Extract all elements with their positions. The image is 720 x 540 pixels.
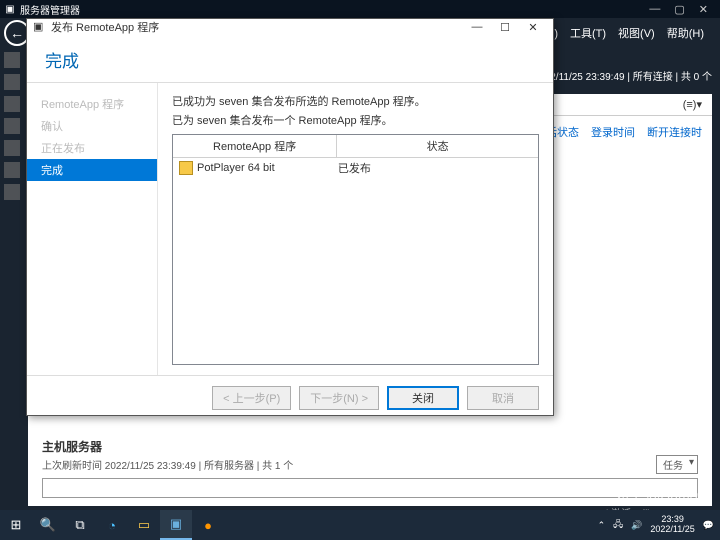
sidebar-icon[interactable]: [4, 140, 20, 156]
dialog-title: 发布 RemoteApp 程序: [51, 19, 159, 35]
prev-button: < 上一步(P): [212, 386, 291, 410]
tray-notification-icon[interactable]: 💬: [703, 520, 714, 531]
taskbar: ⊞ 🔍 ⧉ ◔ ▭ ▣ ● ⌃ 🖧 🔊 23:39 2022/11/25 💬: [0, 510, 720, 540]
close-button[interactable]: 关闭: [387, 386, 459, 410]
start-button[interactable]: ⊞: [0, 510, 32, 540]
refresh-line: 上次刷新时间 2022/11/25 23:39:49 | 所有服务器 | 共 1…: [42, 457, 293, 472]
task-view-icon[interactable]: ⧉: [64, 510, 96, 540]
menu-help[interactable]: 帮助(H): [663, 23, 708, 43]
wizard-nav: RemoteApp 程序 确认 正在发布 完成: [27, 83, 157, 375]
tray-network-icon[interactable]: 🖧: [613, 517, 623, 533]
menu-view[interactable]: 视图(V): [614, 23, 659, 43]
close-icon[interactable]: ✕: [699, 3, 708, 16]
status-conn: 所有连接: [633, 72, 673, 83]
sidebar-icon[interactable]: [4, 162, 20, 178]
bg-window-title: 服务器管理器: [20, 2, 80, 17]
tray-clock[interactable]: 23:39 2022/11/25: [650, 515, 694, 535]
sidebar-icon[interactable]: [4, 74, 20, 90]
task-dropdown[interactable]: 任务: [656, 455, 698, 474]
publish-remoteapp-dialog: ▣ 发布 RemoteApp 程序 — ☐ ✕ 完成 RemoteApp 程序 …: [26, 18, 554, 416]
row-name: PotPlayer 64 bit: [197, 162, 275, 174]
col-program: RemoteApp 程序: [173, 135, 337, 157]
dialog-icon: ▣: [33, 20, 47, 34]
server-manager-icon: ▣: [4, 3, 16, 15]
dialog-minimize-icon[interactable]: —: [463, 21, 491, 34]
row-status: 已发布: [338, 160, 532, 176]
taskbar-firefox[interactable]: ●: [192, 510, 224, 540]
link-login[interactable]: 登录时间: [591, 124, 635, 140]
filter-toggle[interactable]: (≡)▾: [683, 98, 702, 111]
dialog-heading: 完成: [45, 47, 535, 72]
section-host-title: 主机服务器: [42, 438, 698, 455]
result-message-2: 已为 seven 集合发布一个 RemoteApp 程序。: [172, 112, 539, 128]
status-time: 2/11/25 23:39:49: [550, 72, 624, 83]
potplayer-icon: [179, 161, 193, 175]
search-icon[interactable]: 🔍: [32, 510, 64, 540]
dialog-close-icon[interactable]: ✕: [519, 21, 547, 34]
nav-step-publishing: 正在发布: [27, 137, 157, 159]
minimize-icon[interactable]: —: [649, 3, 660, 16]
status-count: 共 0 个: [681, 72, 712, 83]
nav-step-remoteapp: RemoteApp 程序: [27, 93, 157, 115]
host-list-box: [42, 478, 698, 498]
maximize-icon[interactable]: ▢: [674, 3, 684, 16]
next-button: 下一步(N) >: [299, 386, 379, 410]
result-table: RemoteApp 程序 状态 PotPlayer 64 bit 已发布: [172, 134, 539, 365]
sidebar-icon[interactable]: [4, 96, 20, 112]
tray-sound-icon[interactable]: 🔊: [631, 520, 642, 531]
bg-window-titlebar: ▣ 服务器管理器 — ▢ ✕: [0, 0, 720, 18]
cancel-button: 取消: [467, 386, 539, 410]
taskbar-server-manager[interactable]: ▣: [160, 510, 192, 540]
result-message-1: 已成功为 seven 集合发布所选的 RemoteApp 程序。: [172, 93, 539, 109]
sidebar-icon[interactable]: [4, 184, 20, 200]
nav-step-complete: 完成: [27, 159, 157, 181]
tray-chevron-icon[interactable]: ⌃: [598, 520, 606, 531]
col-status: 状态: [337, 135, 538, 157]
nav-sidebar: [0, 48, 24, 510]
nav-step-confirm: 确认: [27, 115, 157, 137]
watermark: 知乎 @Hum0ro: [614, 486, 710, 506]
taskbar-explorer[interactable]: ▭: [128, 510, 160, 540]
menu-tools[interactable]: 工具(T): [566, 23, 610, 43]
taskbar-app[interactable]: ◔: [96, 510, 128, 540]
link-disconnect[interactable]: 断开连接时: [647, 124, 702, 140]
dialog-maximize-icon[interactable]: ☐: [491, 21, 519, 34]
sidebar-icon[interactable]: [4, 52, 20, 68]
sidebar-icon[interactable]: [4, 118, 20, 134]
table-row[interactable]: PotPlayer 64 bit 已发布: [173, 158, 538, 178]
